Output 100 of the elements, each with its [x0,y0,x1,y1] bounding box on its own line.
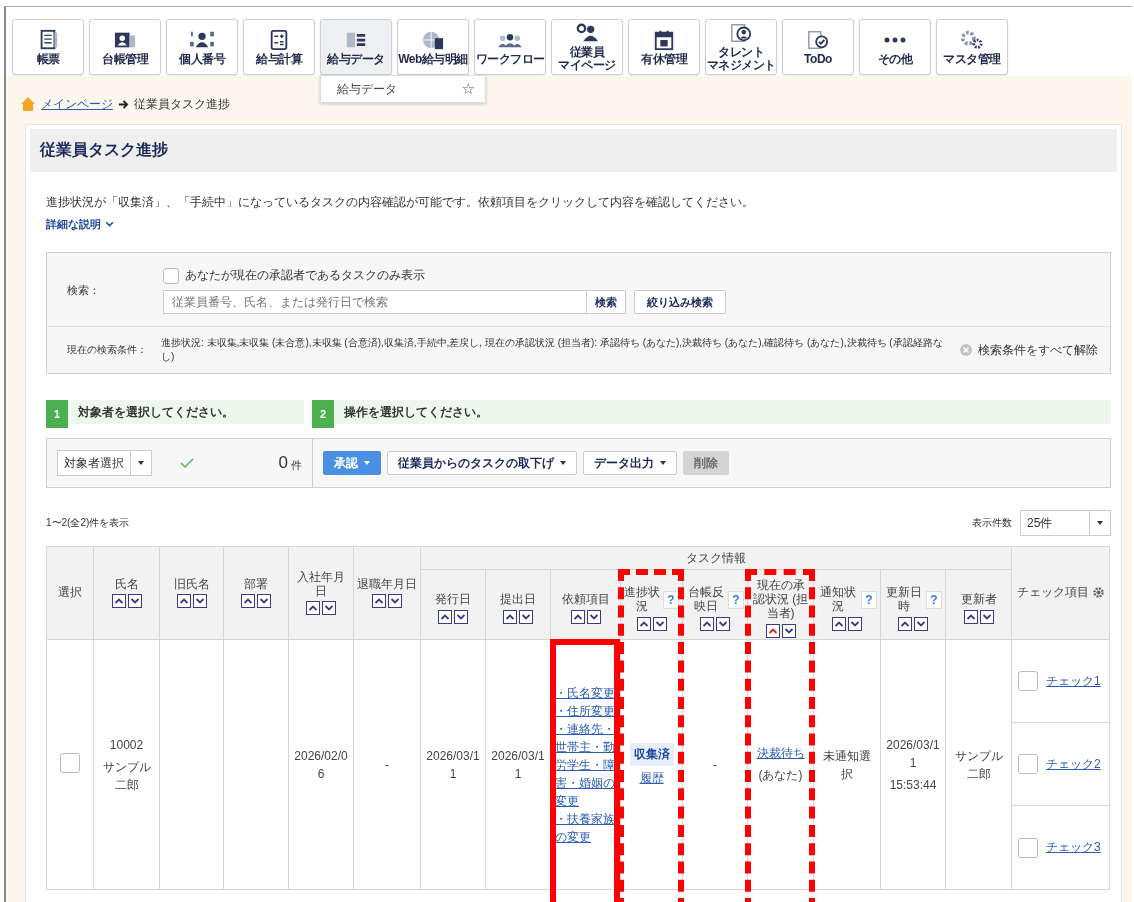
help-button[interactable]: ? [861,591,877,609]
sort-ascending-button[interactable] [111,594,126,609]
step-number: 1 [46,400,68,428]
sort-descending-button[interactable] [848,616,862,631]
check-item-checkbox[interactable] [1018,754,1039,774]
check-item-link[interactable]: チェック3 [1046,839,1101,856]
check-item-checkbox[interactable] [1018,671,1039,691]
column-header: 通知状況 [818,586,857,614]
column-header: 現在の承認状況 (担当者) [751,579,810,621]
sort-ascending-button[interactable] [503,609,517,624]
sort-descending-button[interactable] [257,594,271,609]
request-item-link[interactable]: ・氏名変更 [555,683,616,702]
details-toggle[interactable]: 詳細な説明 [46,217,114,232]
sort-ascending-button[interactable] [372,594,386,609]
sort-ascending-button[interactable] [241,594,255,609]
request-item-link[interactable]: ・連絡先・世帯主・勤労学生・障害・婚姻の変更 [555,719,616,810]
breadcrumb-link[interactable]: メインページ [41,95,113,113]
check-item-link[interactable]: チェック2 [1046,755,1101,773]
count-unit: 件 [291,458,302,473]
toolbar-button[interactable]: その他 [859,19,931,75]
checkbox-label[interactable]: あなたが現在の承認者であるタスクのみ表示 [185,267,425,284]
chevron-down-icon [105,221,114,228]
settings-icon[interactable] [1091,586,1105,600]
arrow-right-icon [118,98,129,110]
sort-ascending-button[interactable] [832,616,846,631]
help-button[interactable]: ? [663,591,679,609]
clear-conditions-link[interactable]: 検索条件をすべて解除 [978,341,1098,359]
sort-ascending-button[interactable] [176,594,191,609]
toolbar-button[interactable]: 従業員 マイページ [551,19,623,75]
column-header: 台帳反映日 [686,586,725,614]
sort-ascending-button[interactable] [306,601,320,616]
approver-note: (あなた) [758,767,803,784]
toolbar-button[interactable]: タレント マネジメント [705,19,777,75]
sort-descending-button[interactable] [716,616,730,631]
home-icon [20,96,36,112]
sort-ascending-button[interactable] [570,609,585,624]
column-header: 提出日 [500,593,536,607]
favorite-star[interactable]: ☆ [461,80,475,98]
sort-ascending-button[interactable] [765,623,780,638]
toolbar-button[interactable]: ToDo [782,19,854,75]
menu-item[interactable]: 給与データ [337,80,397,98]
history-link[interactable]: 履歴 [639,769,664,787]
column-group-header: タスク情報 [686,550,747,565]
column-header: 旧氏名 [173,577,210,592]
column-header: 退職年月日 [357,577,417,592]
sort-descending-button[interactable] [586,609,601,624]
toolbar-button[interactable]: Web給与明細 [397,19,469,75]
action-button[interactable]: 従業員からのタスクの取下げ [387,451,577,475]
request-item-link[interactable]: ・扶養家族の変更 [555,809,616,846]
sort-descending-button[interactable] [781,623,796,638]
check-item-link[interactable]: チェック1 [1046,672,1101,690]
row-checkbox[interactable] [60,753,80,773]
sort-descending-button[interactable] [388,594,402,609]
table-cell-text: - [385,756,389,774]
checkbox[interactable] [163,267,179,284]
sort-ascending-button[interactable] [438,609,452,624]
sort-ascending-button[interactable] [636,616,651,631]
request-item-link[interactable]: ・住所変更 [555,701,616,720]
check-item-checkbox[interactable] [1018,837,1039,858]
toolbar-button[interactable]: マスタ管理 [936,19,1008,75]
column-header: 入社年月日 [296,570,346,599]
sort-descending-button[interactable] [454,609,468,624]
sort-descending-button[interactable] [127,594,142,609]
toolbar-button[interactable]: 有休管理 [628,19,700,75]
page-size-select[interactable]: 25件 [1020,510,1111,536]
sort-descending-button[interactable] [322,601,336,616]
column-header: 氏名 [114,577,139,592]
search-field[interactable]: 従業員番号、氏名、または発行日で検索 [163,290,587,314]
table-cell-text: 2026/03/11 [425,747,481,783]
approval-status-link[interactable]: 決裁待ち [756,745,805,762]
action-button[interactable]: データ出力 [583,451,677,475]
sort-ascending-button[interactable] [963,609,978,624]
help-button[interactable]: ? [728,591,744,609]
table-cell-text: 15:53:44 [889,776,937,794]
result-count: 1〜2(全2)件を表示 [46,516,130,530]
search-label: 検索： [67,283,101,298]
column-header: 更新日時 [884,586,923,614]
sort-descending-button[interactable] [979,609,994,624]
sort-descending-button[interactable] [914,616,928,631]
help-button[interactable]: ? [926,591,942,609]
selected-count: 0 [278,453,288,473]
description-text: 進捗状況が「収集済」、「手続中」になっているタスクの内容確認が可能です。依頼項目をクリックして内容を確認してください。 [46,194,755,211]
sort-descending-button[interactable] [519,609,533,624]
column-header: 選択 [58,586,82,600]
conditions-label: 現在の検索条件： [67,343,148,357]
toolbar-button[interactable]: 個人番号 [166,19,238,75]
target-select[interactable]: 対象者選択 [57,450,152,476]
toolbar-button[interactable]: 台帳管理 [89,19,161,75]
sort-ascending-button[interactable] [700,616,714,631]
page-size-label: 表示件数 [972,516,1012,530]
sort-descending-button[interactable] [192,594,207,609]
sort-descending-button[interactable] [652,616,667,631]
toolbar-button[interactable]: 給与データ [320,19,392,75]
sort-ascending-button[interactable] [898,616,912,631]
toolbar-button[interactable]: 帳票 [12,19,84,75]
toolbar-button[interactable]: ワークフロー [474,19,546,75]
search-button[interactable]: 検索 [586,290,626,314]
column-header: 更新者 [960,593,997,607]
toolbar-button[interactable]: 給与計算 [243,19,315,75]
filter-search-button[interactable]: 絞り込み検索 [634,290,726,314]
